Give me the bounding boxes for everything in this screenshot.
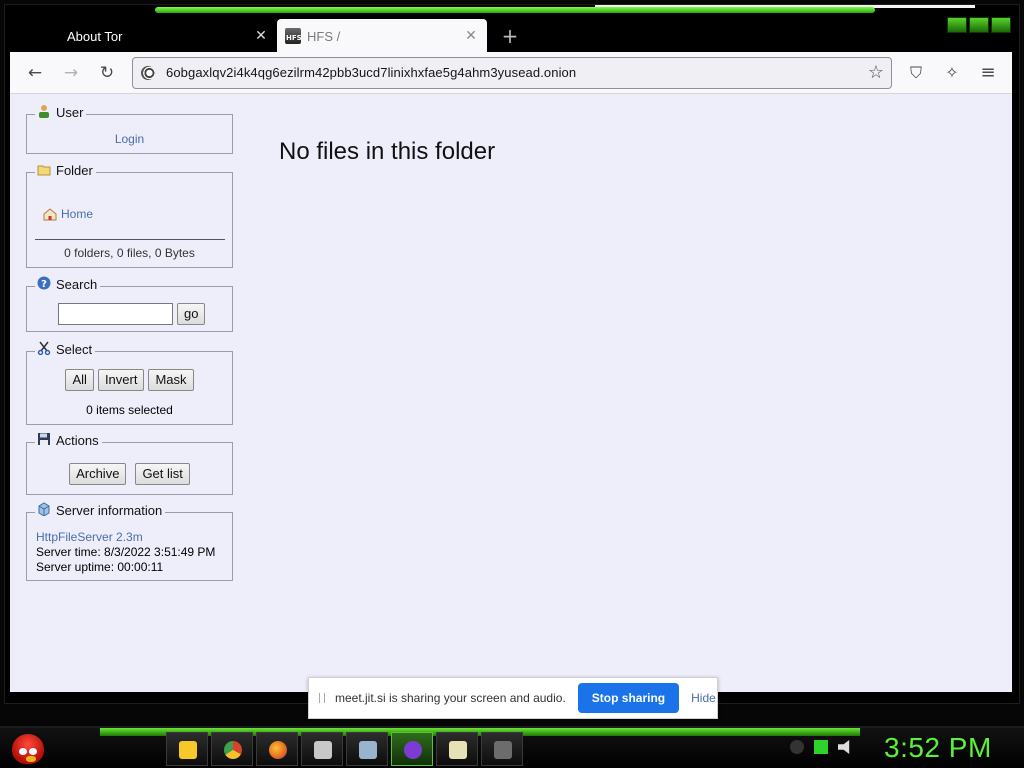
select-all-button[interactable]: All — [65, 369, 94, 391]
panel-legend: Select — [35, 341, 96, 357]
panel-legend: Server information — [35, 502, 166, 518]
new-identity-icon[interactable]: ✧ — [939, 60, 965, 86]
back-arrow-icon[interactable]: ← — [22, 60, 48, 86]
scissors-icon — [37, 341, 51, 356]
close-tab-icon[interactable]: ✕ — [463, 27, 479, 43]
tab-title: HFS / — [307, 28, 341, 44]
panel-title: Actions — [56, 433, 99, 448]
user-panel: User Login — [26, 104, 233, 154]
hide-banner-link[interactable]: Hide — [691, 691, 716, 705]
user-icon — [37, 104, 51, 118]
remote-desktop-taskbar-icon[interactable] — [346, 732, 388, 766]
tab-title: About Tor — [67, 28, 123, 44]
window-controls — [947, 17, 1011, 33]
address-bar[interactable]: 6obgaxlqv2i4k4qg6ezilrm42pbb3ucd7linixhx… — [132, 57, 892, 89]
svg-text:?: ? — [41, 279, 47, 290]
panel-title: User — [56, 105, 84, 120]
close-tab-icon[interactable]: ✕ — [253, 27, 269, 43]
search-panel: ? Search go — [26, 276, 233, 332]
minimize-button[interactable] — [947, 17, 967, 33]
file-explorer-taskbar-icon[interactable] — [166, 732, 208, 766]
network-icon[interactable] — [814, 740, 828, 754]
go-button[interactable]: go — [177, 303, 206, 325]
panel-title: Search — [56, 277, 98, 292]
empty-folder-message: No files in this folder — [279, 138, 496, 165]
folder-stats: 0 folders, 0 files, 0 Bytes — [64, 246, 195, 260]
tray-chevron-icon[interactable] — [790, 740, 804, 754]
hamburger-menu-icon[interactable]: ≡ — [975, 60, 1001, 86]
stop-sharing-button[interactable]: Stop sharing — [577, 683, 680, 713]
hfs-favicon-icon: HFS — [285, 28, 302, 44]
window-accent-bar — [155, 7, 875, 13]
volume-icon[interactable] — [838, 740, 850, 754]
taskbar: 3:52 PM — [0, 726, 1024, 768]
close-window-button[interactable] — [991, 17, 1011, 33]
forward-arrow-icon[interactable]: → — [58, 60, 84, 86]
firefox-taskbar-icon[interactable] — [256, 732, 298, 766]
favicon-label: HFS — [286, 34, 302, 42]
folder-panel: Folder Home 0 folders, 0 files, 0 Bytes — [26, 162, 233, 268]
folder-icon — [37, 162, 51, 176]
chrome-taskbar-icon[interactable] — [211, 732, 253, 766]
onion-icon[interactable] — [141, 66, 155, 80]
panel-title: Server information — [56, 503, 163, 518]
notepad-taskbar-icon[interactable] — [436, 732, 478, 766]
server-uptime: Server uptime: 00:00:11 — [36, 560, 164, 574]
help-icon: ? — [37, 276, 51, 290]
angry-bird-icon — [12, 734, 44, 764]
hfs-taskbar-icon[interactable] — [481, 732, 523, 766]
actions-panel: Actions Archive Get list — [26, 432, 233, 495]
tab-hfs[interactable]: HFS HFS / ✕ — [277, 19, 487, 53]
panel-legend: ? Search — [35, 276, 101, 292]
system-tray — [790, 740, 852, 754]
tor-browser-taskbar-icon[interactable] — [391, 732, 433, 766]
invert-button[interactable]: Invert — [97, 369, 145, 391]
taskbar-clock[interactable]: 3:52 PM — [884, 732, 992, 764]
select-panel: Select All Invert Mask 0 items selected — [26, 341, 233, 425]
new-tab-button[interactable]: + — [495, 19, 525, 53]
tab-about-tor[interactable]: About Tor ✕ — [15, 19, 277, 53]
mask-button[interactable]: Mask — [148, 369, 194, 391]
archive-button[interactable]: Archive — [69, 463, 127, 485]
desktop: About Tor ✕ HFS HFS / ✕ + ← → ↻ 6obgaxlq… — [0, 0, 1024, 768]
panel-legend: Folder — [35, 162, 96, 178]
home-icon — [43, 207, 57, 221]
login-link[interactable]: Login — [115, 132, 144, 146]
panel-legend: Actions — [35, 432, 102, 448]
floppy-disk-icon — [37, 432, 51, 446]
server-time: Server time: 8/3/2022 3:51:49 PM — [36, 545, 216, 559]
shield-icon[interactable]: ⛉ — [903, 60, 929, 86]
screen-share-banner: meet.jit.si is sharing your screen and a… — [308, 677, 718, 719]
get-list-button[interactable]: Get list — [135, 463, 190, 485]
search-input[interactable] — [58, 303, 173, 325]
maximize-button[interactable] — [969, 17, 989, 33]
start-button[interactable] — [8, 730, 48, 768]
nav-toolbar: ← → ↻ 6obgaxlqv2i4k4qg6ezilrm42pbb3ucd7l… — [10, 52, 1012, 94]
panel-title: Folder — [56, 163, 93, 178]
drag-handle-icon[interactable] — [319, 693, 325, 703]
tool-app-taskbar-icon[interactable] — [301, 732, 343, 766]
panel-legend: User — [35, 104, 87, 120]
bookmark-star-icon[interactable]: ☆ — [865, 62, 887, 84]
home-link[interactable]: Home — [61, 207, 93, 221]
taskbar-apps — [166, 732, 526, 766]
divider — [35, 239, 225, 240]
selection-status: 0 items selected — [86, 403, 173, 417]
panel-title: Select — [56, 342, 93, 357]
reload-icon[interactable]: ↻ — [94, 60, 120, 86]
hfs-version-link[interactable]: HttpFileServer 2.3m — [36, 530, 215, 545]
server-info-panel: Server information HttpFileServer 2.3m S… — [26, 502, 233, 581]
url-text[interactable]: 6obgaxlqv2i4k4qg6ezilrm42pbb3ucd7linixhx… — [166, 65, 576, 80]
page-content: User Login Folder Home 0 folders, 0 file… — [10, 94, 1012, 692]
server-icon — [37, 502, 51, 517]
share-notice-text: meet.jit.si is sharing your screen and a… — [335, 691, 566, 705]
